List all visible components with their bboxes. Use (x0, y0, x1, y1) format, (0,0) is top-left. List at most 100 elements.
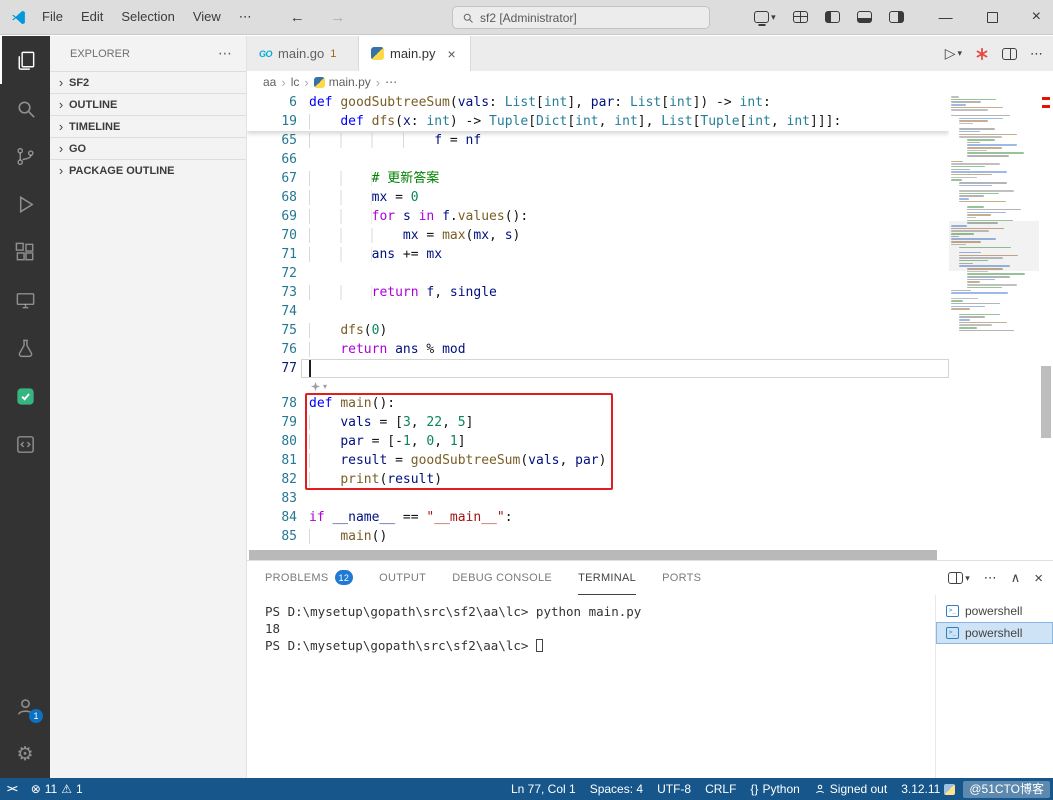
sidebar-section-package-outline[interactable]: › PACKAGE OUTLINE (50, 159, 246, 181)
vertical-scrollbar[interactable] (1039, 93, 1053, 550)
code-line-80[interactable]: 80 par = [-1, 0, 1] (247, 432, 949, 451)
copilot-status[interactable]: Signed out (807, 778, 894, 800)
line-number[interactable]: 66 (247, 150, 309, 169)
account-icon[interactable]: 1 (0, 682, 50, 730)
panel-tab-problems[interactable]: PROBLEMS 12 (265, 561, 354, 595)
code-line-68[interactable]: 68 mx = 0 (247, 188, 949, 207)
terminal-list-item[interactable]: >_ powershell (936, 622, 1053, 644)
code-line-67[interactable]: 67 # 更新答案 (247, 169, 949, 188)
toggle-primary-sidebar-icon[interactable] (824, 11, 840, 23)
code-line-76[interactable]: 76 return ans % mod (247, 340, 949, 359)
code-line-72[interactable]: 72 (247, 264, 949, 283)
code-line-66[interactable]: 66 (247, 150, 949, 169)
toggle-secondary-sidebar-icon[interactable] (888, 11, 904, 23)
code-line-19[interactable]: 19 def dfs(x: int) -> Tuple[Dict[int, in… (247, 112, 949, 131)
problems-status[interactable]: ⊗ 11 ⚠ 1 (24, 778, 90, 800)
more-actions-icon[interactable]: ⋯ (218, 45, 232, 62)
search-icon[interactable] (0, 84, 50, 132)
indentation-status[interactable]: Spaces: 4 (583, 778, 650, 800)
eol-status[interactable]: CRLF (698, 778, 743, 800)
cursor-position-status[interactable]: Ln 77, Col 1 (504, 778, 583, 800)
line-number[interactable]: 81 (247, 451, 309, 470)
more-actions-icon[interactable]: ⋯ (1030, 46, 1043, 62)
sidebar-section-outline[interactable]: › OUTLINE (50, 93, 246, 115)
settings-gear-icon[interactable]: ⚙ (0, 730, 50, 778)
line-number[interactable]: 83 (247, 489, 309, 508)
forward-button[interactable]: → (319, 9, 356, 26)
line-number[interactable]: 70 (247, 226, 309, 245)
menu-overflow[interactable]: ⋯ (230, 0, 261, 34)
encoding-status[interactable]: UTF-8 (650, 778, 698, 800)
breadcrumb-item[interactable]: aa (263, 75, 276, 89)
close-icon[interactable]: × (448, 46, 456, 62)
code-line-73[interactable]: 73 return f, single (247, 283, 949, 302)
line-number[interactable]: 85 (247, 527, 309, 546)
terminal-output[interactable]: PS D:\mysetup\gopath\src\sf2\aa\lc> pyth… (247, 595, 935, 778)
scrollbar-thumb[interactable] (1041, 366, 1051, 438)
extension-docs-icon[interactable] (0, 420, 50, 468)
source-control-icon[interactable] (0, 132, 50, 180)
breadcrumb-item[interactable]: main.py (313, 75, 371, 89)
code-line-75[interactable]: 75 dfs(0) (247, 321, 949, 340)
line-number[interactable]: 73 (247, 283, 309, 302)
inline-suggestion-widget[interactable]: ▾ (247, 378, 949, 394)
breadcrumb-item[interactable]: ⋯ (385, 75, 397, 89)
profile-dropdown[interactable]: ▾ (754, 11, 776, 23)
sidebar-section-timeline[interactable]: › TIMELINE (50, 115, 246, 137)
code-line-74[interactable]: 74 (247, 302, 949, 321)
line-number[interactable]: 75 (247, 321, 309, 340)
split-editor-icon[interactable] (1002, 47, 1017, 60)
panel-tab-debug-console[interactable]: DEBUG CONSOLE (452, 561, 552, 595)
extensions-icon[interactable] (0, 228, 50, 276)
language-mode-status[interactable]: {} Python (743, 778, 806, 800)
code-line-82[interactable]: 82 print(result) (247, 470, 949, 489)
code-line-81[interactable]: 81 result = goodSubtreeSum(vals, par) (247, 451, 949, 470)
code-line-70[interactable]: 70 mx = max(mx, s) (247, 226, 949, 245)
code-line-83[interactable]: 83 (247, 489, 949, 508)
more-actions-icon[interactable]: ⋯ (984, 570, 997, 586)
sidebar-section-sf2[interactable]: › SF2 (50, 71, 246, 93)
sidebar-section-go[interactable]: › GO (50, 137, 246, 159)
code-editor[interactable]: 65 f = nf 66 67 # 更新答案 68 mx = 0 69 for s in… (247, 93, 1053, 560)
line-number[interactable]: 65 (247, 131, 309, 150)
line-number[interactable]: 82 (247, 470, 309, 489)
horizontal-scrollbar[interactable] (247, 550, 949, 560)
close-panel-icon[interactable]: × (1034, 570, 1043, 587)
menu-selection[interactable]: Selection (112, 0, 183, 34)
line-number[interactable]: 79 (247, 413, 309, 432)
code-runner-icon[interactable] (975, 47, 989, 61)
line-number[interactable]: 76 (247, 340, 309, 359)
remote-indicator[interactable]: >< (0, 778, 24, 800)
panel-tab-terminal[interactable]: TERMINAL (578, 561, 637, 595)
code-line-84[interactable]: 84 if __name__ == "__main__": (247, 508, 949, 527)
remote-explorer-icon[interactable] (0, 276, 50, 324)
back-button[interactable]: ← (279, 9, 316, 26)
line-number[interactable]: 77 (247, 359, 309, 378)
command-center-search[interactable]: sf2 [Administrator] (452, 6, 710, 29)
maximize-button[interactable] (986, 11, 998, 23)
panel-tab-output[interactable]: OUTPUT (379, 561, 426, 595)
scrollbar-thumb[interactable] (249, 550, 937, 560)
line-number[interactable]: 72 (247, 264, 309, 283)
minimap-viewport[interactable] (949, 221, 1039, 271)
close-window-button[interactable]: × (1032, 8, 1041, 26)
code-line-78[interactable]: 78 def main(): (247, 394, 949, 413)
toggle-panel-icon[interactable] (856, 11, 872, 23)
line-number[interactable]: 68 (247, 188, 309, 207)
tab-main.go[interactable]: GO main.go 1 (247, 36, 359, 71)
code-line-65[interactable]: 65 f = nf (247, 131, 949, 150)
customize-layout-icon[interactable] (792, 11, 808, 23)
terminal-list-item[interactable]: >_ powershell (936, 600, 1053, 622)
menu-file[interactable]: File (33, 0, 72, 34)
code-line-85[interactable]: 85 main() (247, 527, 949, 546)
minimap[interactable] (949, 93, 1039, 550)
extension-custom-icon[interactable] (0, 372, 50, 420)
split-terminal-button[interactable]: ▾ (948, 572, 970, 584)
line-number[interactable]: 6 (247, 93, 309, 112)
breadcrumb-item[interactable]: lc (291, 75, 300, 89)
testing-icon[interactable] (0, 324, 50, 372)
line-number[interactable]: 74 (247, 302, 309, 321)
line-number[interactable]: 80 (247, 432, 309, 451)
run-and-debug-icon[interactable] (0, 180, 50, 228)
line-number[interactable]: 67 (247, 169, 309, 188)
